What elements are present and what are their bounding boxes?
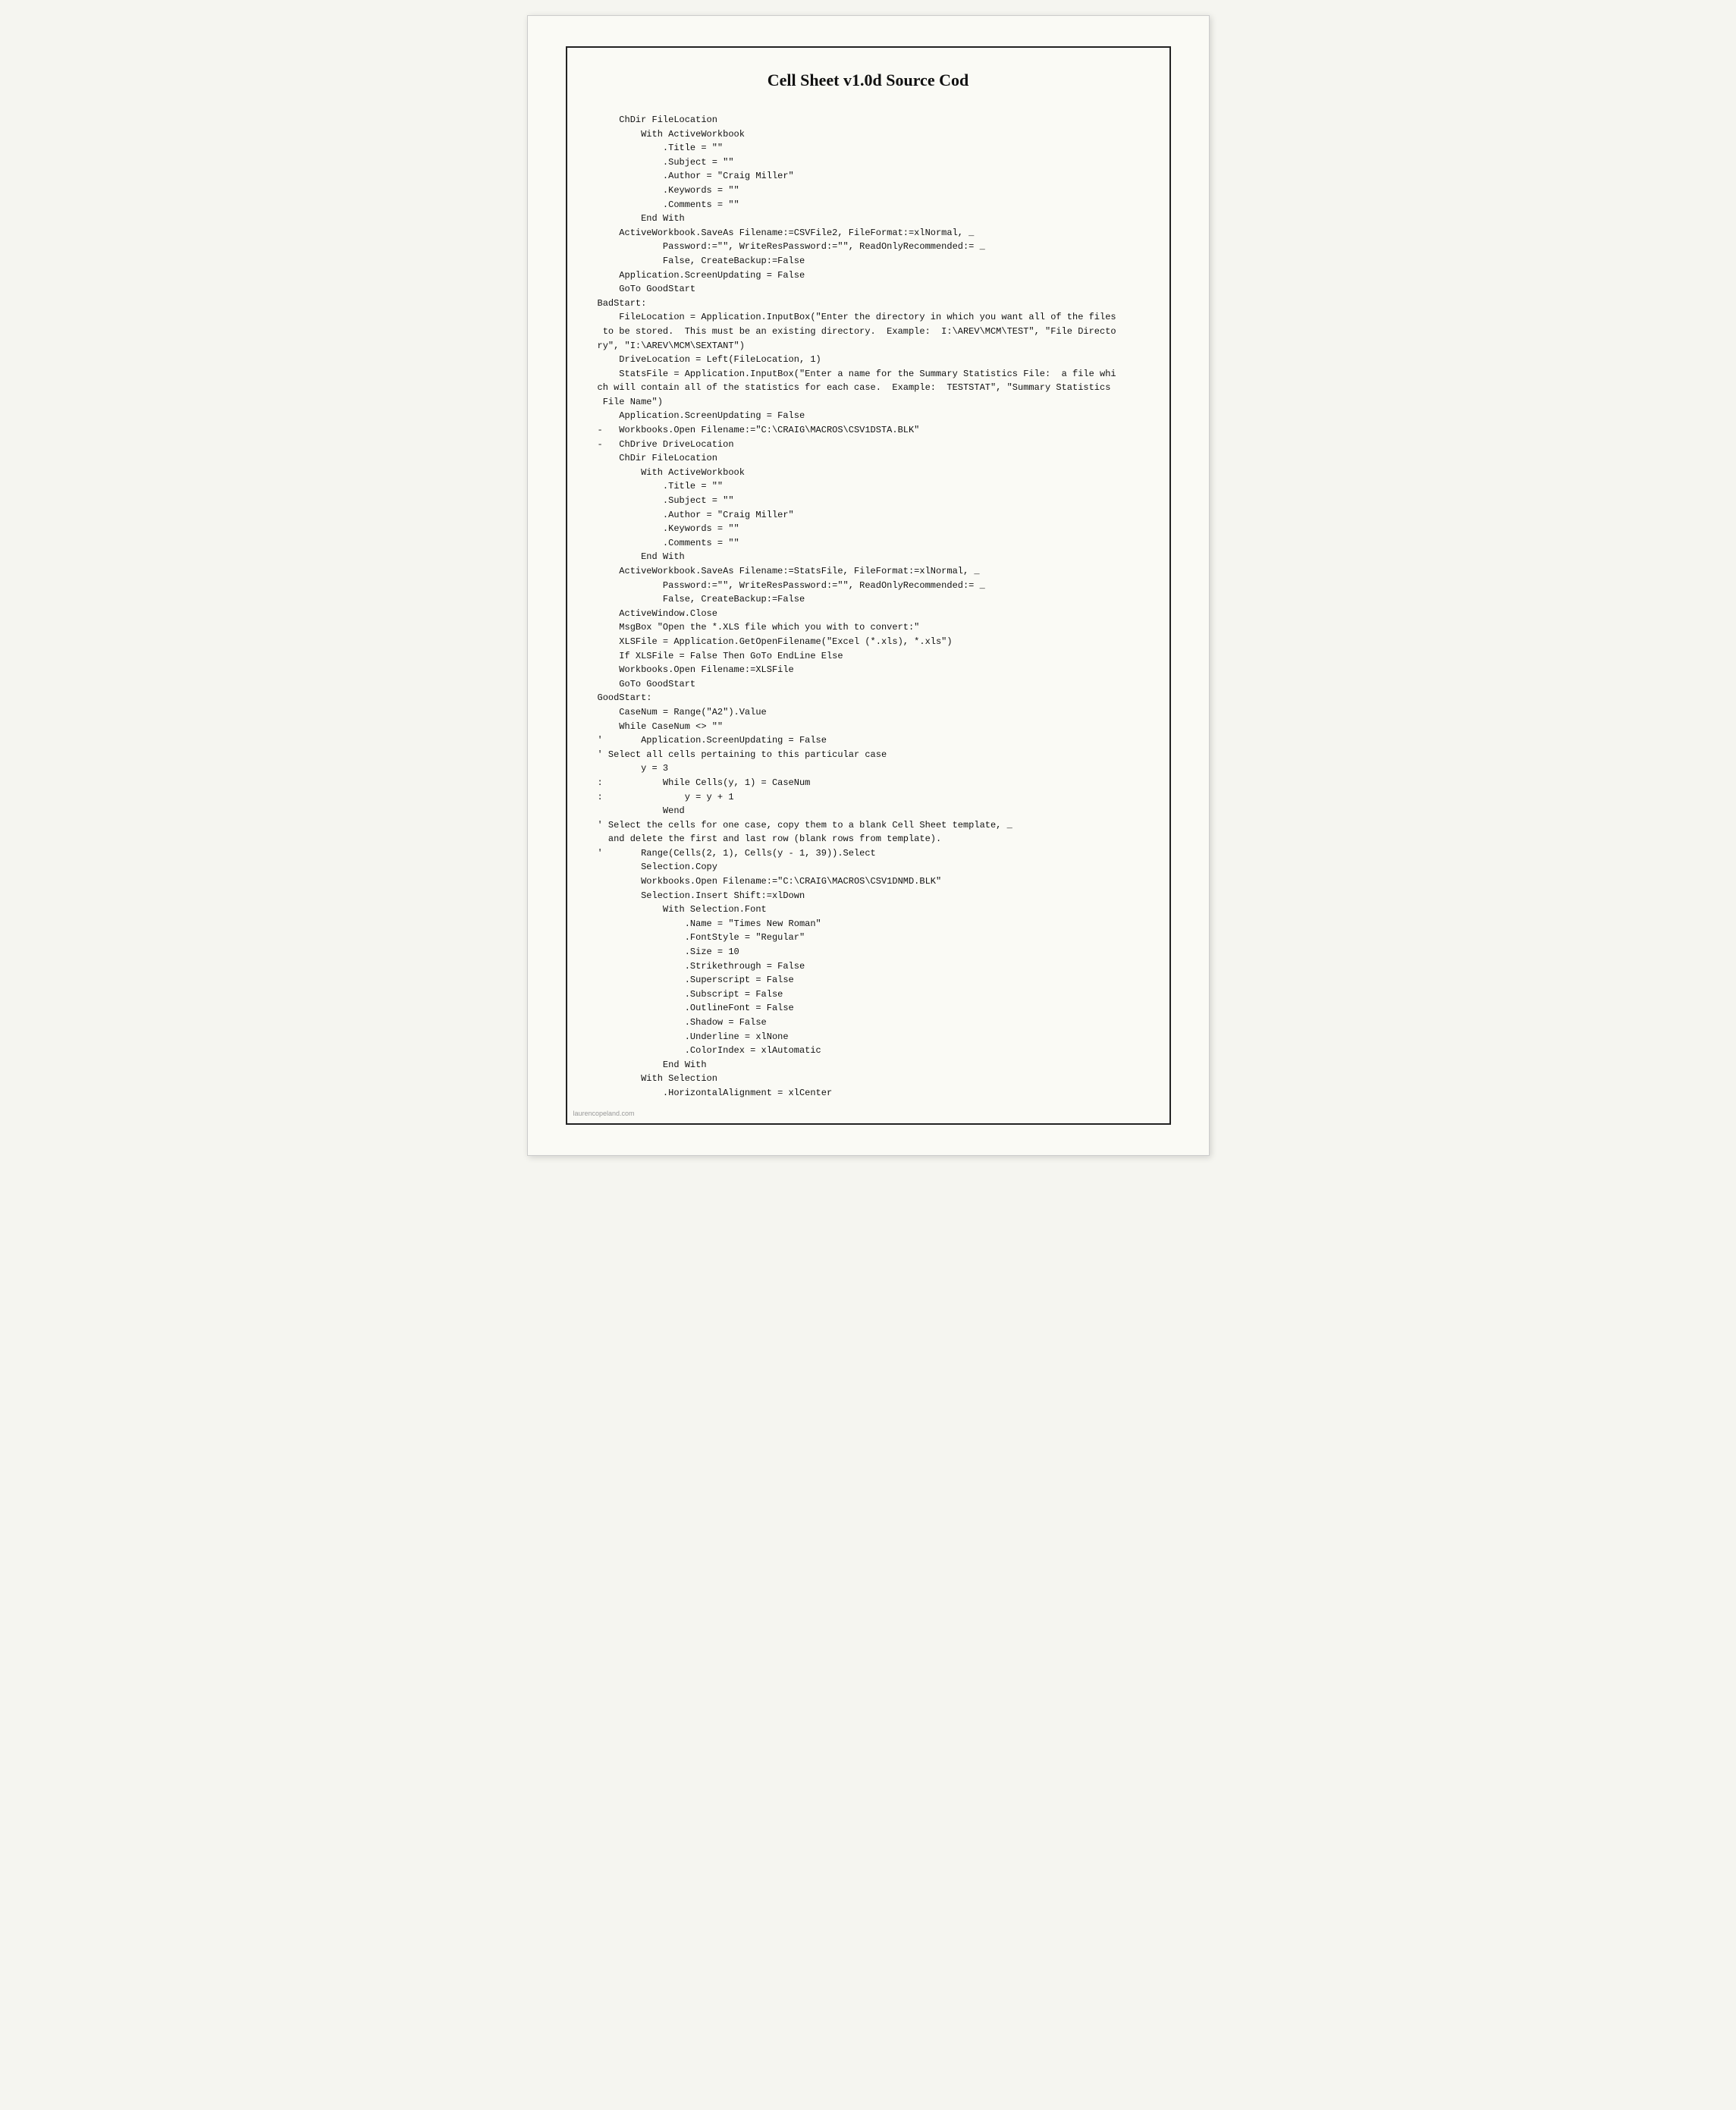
page-container: Cell Sheet v1.0d Source Cod ChDir FileLo… <box>527 15 1210 1156</box>
code-content: ChDir FileLocation With ActiveWorkbook .… <box>598 113 1139 1101</box>
page-title: Cell Sheet v1.0d Source Cod <box>598 71 1139 90</box>
watermark: laurencopeland.com <box>573 1110 635 1117</box>
page-border: Cell Sheet v1.0d Source Cod ChDir FileLo… <box>566 46 1171 1125</box>
